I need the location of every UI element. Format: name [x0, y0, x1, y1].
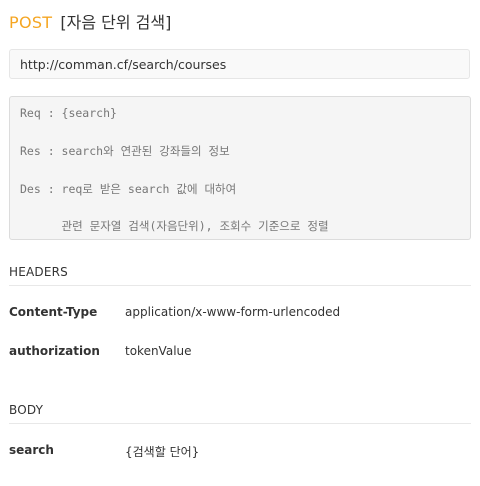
header-value-authorization: tokenValue: [125, 344, 192, 358]
description-line-request: Req : {search}: [20, 106, 117, 120]
body-value-search: {검색할 단어}: [125, 445, 200, 459]
header-value-content-type: application/x-www-form-urlencoded: [125, 305, 341, 319]
body-section-title: BODY: [9, 403, 471, 424]
header-key-content-type: Content-Type: [9, 305, 98, 319]
http-method-label: POST: [9, 13, 53, 32]
endpoint-name: [자음 단위 검색]: [60, 13, 172, 32]
body-key-search: search: [9, 443, 54, 457]
description-line-response: Res : search와 연관된 강좌들의 정보: [20, 144, 230, 158]
header-key-authorization: authorization: [9, 344, 100, 358]
request-url[interactable]: http://comman.cf/search/courses: [9, 49, 470, 79]
headers-section-title: HEADERS: [9, 265, 471, 286]
endpoint-title: POST [자음 단위 검색]: [9, 9, 171, 33]
description-code-block: Req : {search} Res : search와 연관된 강좌들의 정보…: [9, 96, 471, 240]
description-line-continuation: 관련 문자열 검색(자음단위), 조회수 기준으로 정렬: [20, 219, 329, 233]
description-line-description: Des : req로 받은 search 값에 대하여: [20, 182, 237, 196]
